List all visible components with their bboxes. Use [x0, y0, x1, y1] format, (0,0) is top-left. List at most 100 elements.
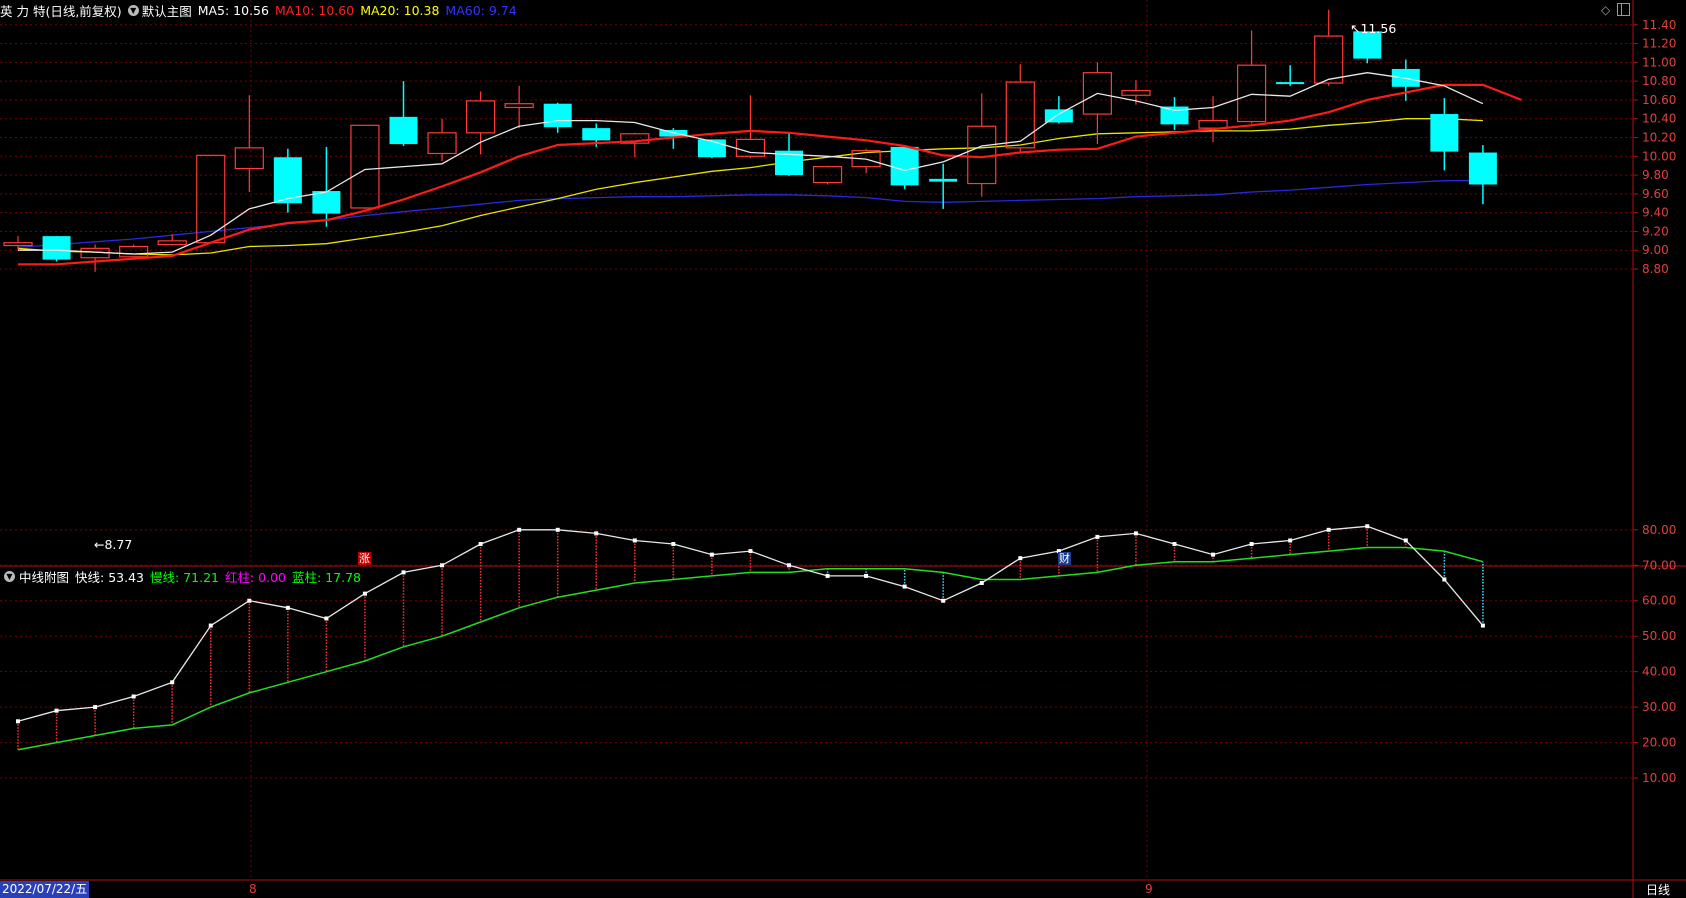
indicator-tick-label: 20.00	[1642, 736, 1676, 750]
candle-body	[504, 103, 534, 109]
fast-line-point	[748, 549, 753, 554]
red-bar-value: 红柱: 0.00	[224, 569, 287, 585]
ma60-value: MA60: 9.74	[445, 2, 517, 18]
fast-line-point	[1403, 538, 1408, 543]
fast-line-point	[1211, 552, 1216, 557]
candle-body	[157, 240, 187, 246]
chevron-down-icon[interactable]: ▼	[4, 570, 15, 582]
indicator-tick-label: 30.00	[1642, 700, 1676, 714]
sub-chart-header: ▼ 中线附图 快线: 53.43 慢线: 71.21 红柱: 0.00 蓝柱: …	[0, 566, 361, 586]
fast-line-value: 快线: 53.43	[75, 569, 144, 585]
fast-line-point	[208, 623, 213, 628]
fast-line-point	[1288, 538, 1293, 543]
indicator-tick-label: 40.00	[1642, 665, 1676, 679]
price-tick-label: 10.20	[1642, 131, 1676, 145]
fast-line-point	[1365, 524, 1370, 529]
candle-body	[1236, 64, 1267, 123]
high-value: 11.56	[1360, 21, 1397, 36]
cai-marker[interactable]: 财	[1058, 552, 1071, 565]
candle-body	[1314, 35, 1344, 84]
indicator-tick-label: 70.00	[1642, 558, 1676, 572]
main-indicator-menu[interactable]: 默认主图	[142, 1, 192, 20]
fast-line-point	[478, 542, 483, 547]
fast-line-point	[671, 542, 676, 547]
indicator-tick-label: 60.00	[1642, 594, 1676, 608]
price-tick-label: 10.80	[1642, 74, 1676, 88]
price-tick-label: 10.40	[1642, 112, 1676, 126]
sub-indicator-menu[interactable]: 中线附图	[19, 567, 69, 586]
candle-body	[543, 103, 572, 128]
window-toggle-icon[interactable]	[1617, 3, 1630, 16]
fast-line-point	[825, 573, 830, 578]
fast-line-point	[1249, 542, 1254, 547]
low-value: 8.77	[104, 537, 133, 552]
main-chart-header: 英 力 特 (日线,前复权) ▼ 默认主图 MA5: 10.56 MA10: 1…	[0, 0, 517, 20]
fast-line-point	[787, 563, 791, 568]
candle-body	[119, 245, 149, 258]
candle-body	[890, 146, 919, 186]
price-tick-label: 11.40	[1642, 18, 1676, 32]
candle-body	[1276, 82, 1305, 85]
fast-line-point	[1480, 623, 1485, 628]
fast-line-point	[247, 598, 252, 603]
price-tick-label: 9.60	[1642, 187, 1669, 201]
fast-line-point	[285, 605, 290, 610]
fast-line-point	[709, 552, 714, 557]
indicator-tick-label: 10.00	[1642, 771, 1676, 785]
candle-body	[812, 166, 843, 184]
candle-body	[697, 139, 726, 158]
zhang-marker[interactable]: 涨	[358, 552, 371, 565]
slow-line-value: 慢线: 71.21	[150, 569, 219, 585]
fast-line-point	[632, 538, 637, 543]
fast-line-point	[131, 694, 136, 699]
chart-canvas: 11.40 11.20 11.00 10.80 10.60 10.40 10.20 10.00…	[0, 0, 1686, 898]
ma60-line	[17, 180, 1483, 249]
diamond-icon[interactable]: ◇	[1601, 3, 1610, 17]
candle-body	[389, 116, 418, 145]
fast-line-point	[594, 531, 599, 536]
fast-line-point	[1133, 531, 1138, 536]
fast-line-point	[54, 708, 59, 713]
price-tick-label: 9.00	[1642, 243, 1669, 257]
fast-line-point	[440, 563, 445, 568]
candle-body	[1430, 114, 1459, 152]
candle-body	[427, 132, 457, 155]
fast-line-point	[93, 705, 98, 710]
price-tick-label: 9.20	[1642, 224, 1669, 238]
candle-body	[312, 191, 341, 214]
fast-line-point	[555, 527, 560, 532]
fast-line-point	[1442, 577, 1447, 582]
period-button-daily[interactable]: 日线	[1646, 881, 1670, 898]
cursor-date: 2022/07/22/五	[0, 881, 90, 898]
candle-body	[3, 242, 33, 247]
fast-line-point	[170, 680, 175, 685]
indicator-tick-label: 80.00	[1642, 523, 1676, 537]
candle-body	[1468, 152, 1497, 185]
month-label-aug: 8	[249, 882, 257, 896]
high-annotation: ↖11.56	[1350, 21, 1397, 36]
ma10-value: MA10: 10.60	[274, 2, 355, 18]
month-label-sep: 9	[1145, 882, 1153, 896]
blue-bar-value: 蓝柱: 17.78	[292, 569, 361, 585]
fast-line-point	[1018, 556, 1023, 561]
fast-line-point	[1326, 527, 1331, 532]
fast-line-point	[362, 591, 367, 596]
ma5-value: MA5: 10.56	[197, 2, 269, 18]
price-tick-label: 10.60	[1642, 93, 1676, 107]
fast-line-point	[16, 719, 20, 724]
fast-line-point	[979, 581, 984, 586]
fast-line-point	[902, 584, 907, 589]
fast-line-point	[324, 616, 329, 621]
candle-body	[466, 100, 496, 134]
candle-body	[1198, 120, 1228, 129]
chevron-down-icon[interactable]: ▼	[127, 4, 139, 16]
fast-line-point	[1095, 534, 1100, 539]
price-tick-label: 10.00	[1642, 149, 1676, 163]
fast-line-point	[941, 598, 946, 603]
candle-body	[42, 236, 71, 260]
stock-name: 英 力 特	[0, 3, 46, 19]
indicator-tick-label: 50.00	[1642, 629, 1676, 643]
ma20-value: MA20: 10.38	[360, 2, 440, 18]
price-tick-label: 8.80	[1642, 262, 1669, 276]
candle-body	[582, 128, 611, 141]
